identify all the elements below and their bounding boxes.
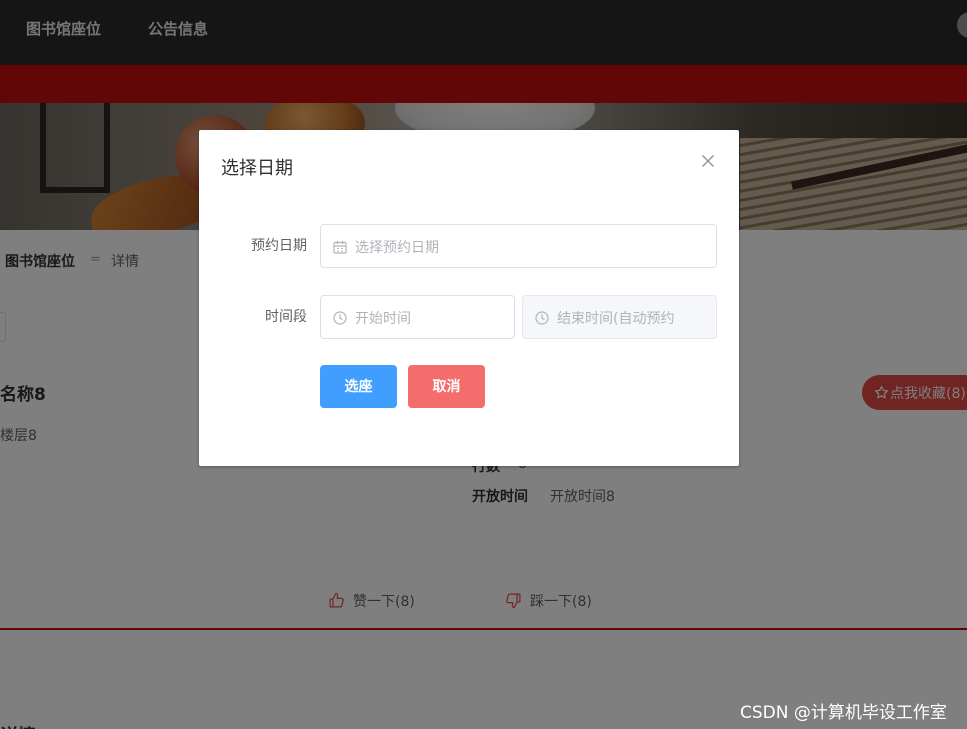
end-time-placeholder: 结束时间(自动预约 [557, 311, 675, 327]
clock-icon [333, 311, 347, 325]
date-picker-input[interactable]: 选择预约日期 [320, 224, 717, 268]
close-icon[interactable] [701, 154, 715, 168]
calendar-icon [333, 241, 347, 254]
start-time-placeholder: 开始时间 [355, 311, 411, 327]
watermark-text: CSDN @计算机毕设工作室 [740, 703, 947, 723]
date-placeholder: 选择预约日期 [355, 240, 439, 256]
cancel-button[interactable]: 取消 [408, 365, 485, 408]
dialog-title: 选择日期 [221, 158, 293, 179]
date-label: 预约日期 [251, 238, 307, 254]
time-range-label: 时间段 [265, 309, 307, 325]
end-time-input[interactable]: 结束时间(自动预约 [522, 295, 717, 339]
clock-icon [535, 311, 549, 325]
select-date-dialog: 选择日期 预约日期 选择预约日期 时间段 开始时间 结束时间(自动预约 选座 取… [199, 130, 739, 466]
select-seat-button[interactable]: 选座 [320, 365, 397, 408]
start-time-input[interactable]: 开始时间 [320, 295, 515, 339]
